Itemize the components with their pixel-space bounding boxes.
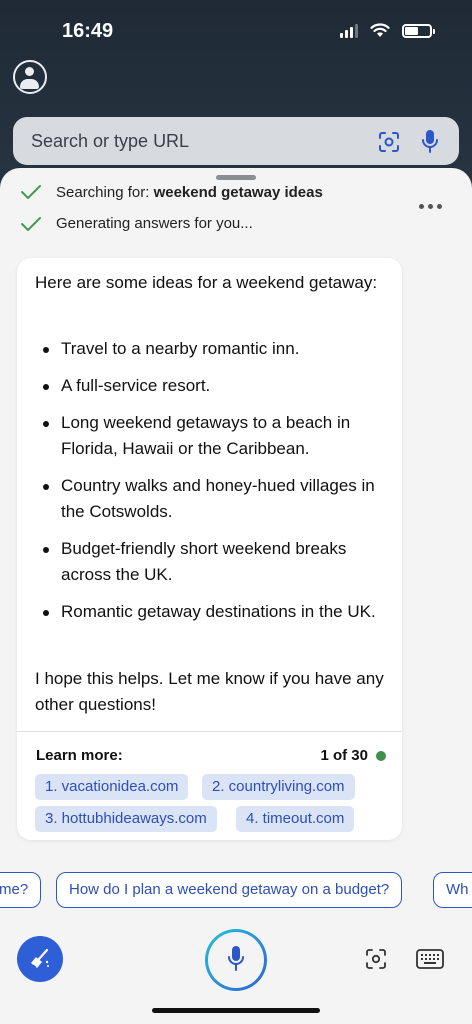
learn-more-label: Learn more: bbox=[36, 747, 123, 764]
list-item: Long weekend getaways to a beach in Flor… bbox=[35, 410, 385, 462]
profile-avatar[interactable] bbox=[13, 60, 47, 94]
search-input[interactable]: Search or type URL bbox=[31, 131, 189, 152]
camera-search-icon[interactable] bbox=[364, 947, 388, 971]
search-bar[interactable]: Search or type URL bbox=[13, 117, 459, 165]
list-item: Budget-friendly short weekend breaks acr… bbox=[35, 536, 385, 588]
suggestion-chip[interactable]: How do I plan a weekend getaway on a bud… bbox=[56, 872, 403, 908]
voice-input-inner bbox=[208, 932, 264, 988]
battery-icon bbox=[402, 23, 435, 38]
list-item: Travel to a nearby romantic inn. bbox=[35, 336, 385, 362]
source-link-1[interactable]: 1. vacationidea.com bbox=[35, 774, 189, 800]
broom-icon bbox=[31, 948, 49, 968]
source-link-4[interactable]: 4. timeout.com bbox=[236, 806, 355, 832]
wifi-icon bbox=[370, 23, 390, 37]
sheet-grabber[interactable] bbox=[216, 175, 256, 180]
generating-label: Generating answers for you... bbox=[56, 215, 253, 232]
more-options-icon[interactable] bbox=[419, 204, 442, 209]
new-topic-button[interactable] bbox=[17, 936, 63, 982]
searching-label: Searching for: bbox=[56, 183, 154, 201]
source-link-2[interactable]: 2. countryliving.com bbox=[202, 774, 355, 800]
status-dot bbox=[376, 751, 386, 761]
checkmark-icon bbox=[21, 185, 41, 199]
list-item: A full-service resort. bbox=[35, 373, 385, 399]
source-link-3[interactable]: 3. hottubhideaways.com bbox=[35, 806, 217, 832]
answer-list: Travel to a nearby romantic inn. A full-… bbox=[35, 336, 385, 636]
searching-status: Searching for: weekend getaway ideas bbox=[20, 182, 323, 202]
answer-intro: Here are some ideas for a weekend getawa… bbox=[35, 273, 378, 292]
checkmark-icon bbox=[21, 216, 41, 231]
card-divider bbox=[17, 731, 402, 732]
suggestion-chip[interactable]: me? bbox=[0, 872, 42, 908]
answer-closing: I hope this helps. Let me know if you ha… bbox=[35, 669, 384, 714]
status-time: 16:49 bbox=[62, 20, 114, 42]
searching-query: weekend getaway ideas bbox=[153, 183, 323, 201]
home-indicator[interactable] bbox=[152, 1008, 320, 1013]
generating-status: Generating answers for you... bbox=[20, 215, 253, 232]
response-counter: 1 of 30 bbox=[320, 747, 368, 764]
voice-input-button[interactable] bbox=[205, 929, 267, 991]
answer-card: Here are some ideas for a weekend getawa… bbox=[17, 258, 402, 840]
status-bar: 16:49 bbox=[0, 0, 472, 60]
avatar-head bbox=[25, 67, 34, 76]
microphone-icon bbox=[228, 946, 244, 971]
visual-search-icon[interactable] bbox=[377, 130, 401, 154]
microphone-icon[interactable] bbox=[421, 129, 439, 155]
cellular-signal-icon bbox=[340, 23, 358, 38]
chat-sheet: Searching for: weekend getaway ideas Gen… bbox=[0, 168, 472, 1024]
status-icons bbox=[340, 23, 435, 38]
avatar-shoulders bbox=[20, 79, 39, 89]
keyboard-icon[interactable] bbox=[416, 949, 444, 969]
list-item: Country walks and honey-hued villages in… bbox=[35, 473, 385, 525]
list-item: Romantic getaway destinations in the UK. bbox=[35, 599, 385, 625]
suggestion-chip[interactable]: Wh bbox=[433, 872, 472, 908]
